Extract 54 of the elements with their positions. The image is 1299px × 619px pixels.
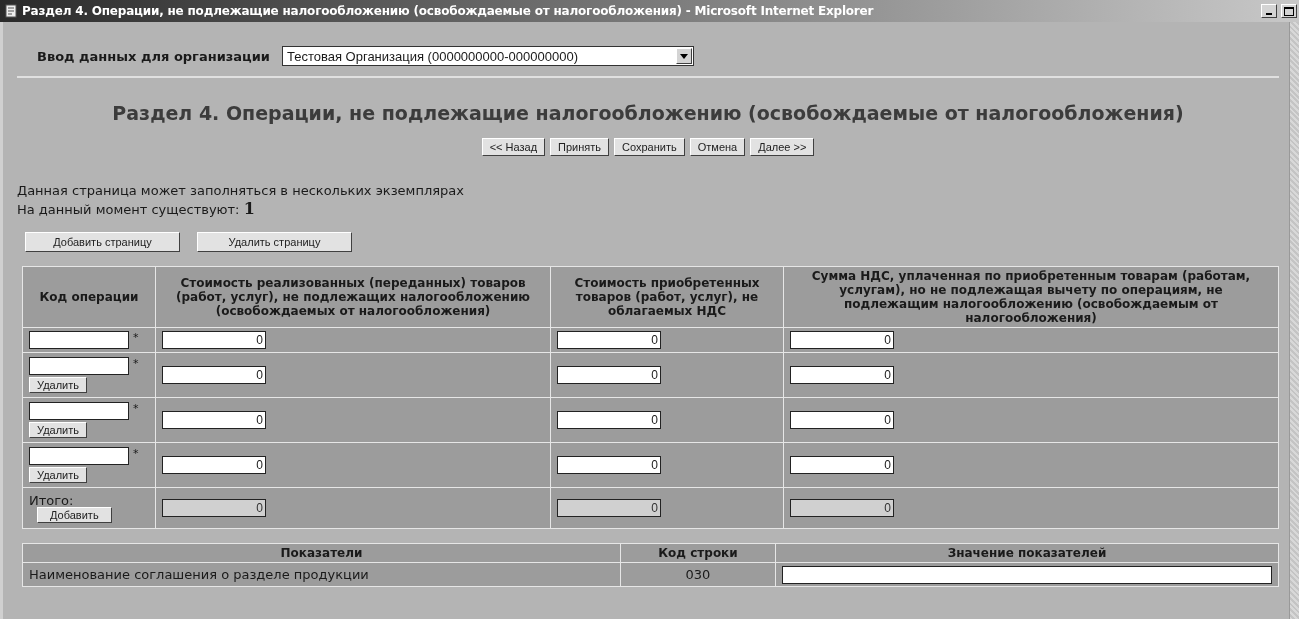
amount-field[interactable]: 0 — [790, 411, 894, 429]
count-label: На данный момент существуют: — [17, 202, 240, 217]
indicator-name: Наименование соглашения о разделе продукции — [22, 562, 621, 587]
section-heading: Раздел 4. Операции, не подлежащие налогообложению (освобождаемые от налогообложения) — [111, 102, 1185, 124]
total-label: Итого: — [29, 493, 75, 507]
required-mark: * — [133, 447, 139, 460]
amount-field[interactable]: 0 — [162, 456, 266, 474]
amount-field[interactable]: 0 — [162, 411, 266, 429]
maximize-icon — [1284, 6, 1294, 16]
column-header: Код операции — [22, 266, 156, 328]
amount-field[interactable]: 0 — [790, 456, 894, 474]
column-header: Сумма НДС, уплаченная по приобретенным товарам (работам, услугам), но не подлежащая вычету по операциям, не подлежащим налогообложению (освобождаемым от налогообложения) — [783, 266, 1279, 328]
column-header: Стоимость реализованных (переданных) товаров (работ, услуг), не подлежащих налогообложению (освобождаемых от налогообложения) — [155, 266, 551, 328]
delete-button[interactable]: Удалить — [29, 467, 87, 483]
code-field[interactable] — [29, 357, 129, 375]
page-count: 1 — [243, 199, 255, 218]
page-button[interactable]: Добавить страницу — [25, 232, 180, 252]
required-mark: * — [133, 402, 139, 415]
required-mark: * — [133, 357, 139, 370]
window-title: Раздел 4. Операции, не подлежащие налогообложению (освобождаемые от налогообложения) - Microsoft Internet Explorer — [22, 4, 875, 18]
scrollbar[interactable] — [1289, 22, 1299, 619]
amount-field[interactable]: 0 — [557, 411, 661, 429]
organization-select[interactable]: Тестовая Организация (0000000000-000000000) — [281, 46, 694, 66]
page-button[interactable]: Удалить страницу — [197, 232, 352, 252]
nav-button[interactable]: Принять — [550, 138, 610, 156]
column-header: Код строки — [620, 543, 776, 563]
column-header: Показатели — [22, 543, 621, 563]
info-text: Данная страница может заполняться в нескольких экземплярах — [17, 182, 465, 199]
line-code: 030 — [620, 562, 776, 587]
nav-button[interactable]: << Назад — [481, 138, 546, 156]
nav-button[interactable]: Сохранить — [614, 138, 685, 156]
amount-field[interactable]: 0 — [557, 456, 661, 474]
page-icon — [4, 4, 18, 18]
nav-button[interactable]: Отмена — [689, 138, 746, 156]
caret-icon — [675, 48, 692, 64]
nav-button[interactable]: Далее >> — [750, 138, 815, 156]
code-field[interactable] — [29, 447, 129, 465]
amount-field[interactable]: 0 — [557, 366, 661, 384]
amount-field[interactable]: 0 — [162, 366, 266, 384]
amount-field[interactable]: 0 — [162, 331, 266, 349]
amount-field[interactable]: 0 — [790, 331, 894, 349]
value-field[interactable] — [782, 565, 1272, 584]
minimize-button[interactable] — [1261, 4, 1277, 18]
amount-field[interactable]: 0 — [557, 331, 661, 349]
column-header: Значение показателей — [775, 543, 1279, 563]
column-header: Стоимость приобретенных товаров (работ, услуг), не облагаемых НДС — [550, 266, 784, 328]
code-field[interactable] — [29, 331, 129, 349]
organization-label: Ввод данных для организации — [37, 48, 270, 64]
delete-button[interactable]: Удалить — [29, 422, 87, 438]
delete-button[interactable]: Удалить — [29, 377, 87, 393]
code-field[interactable] — [29, 402, 129, 420]
maximize-button[interactable] — [1281, 4, 1297, 18]
amount-field[interactable]: 0 — [790, 366, 894, 384]
required-mark: * — [133, 331, 139, 344]
